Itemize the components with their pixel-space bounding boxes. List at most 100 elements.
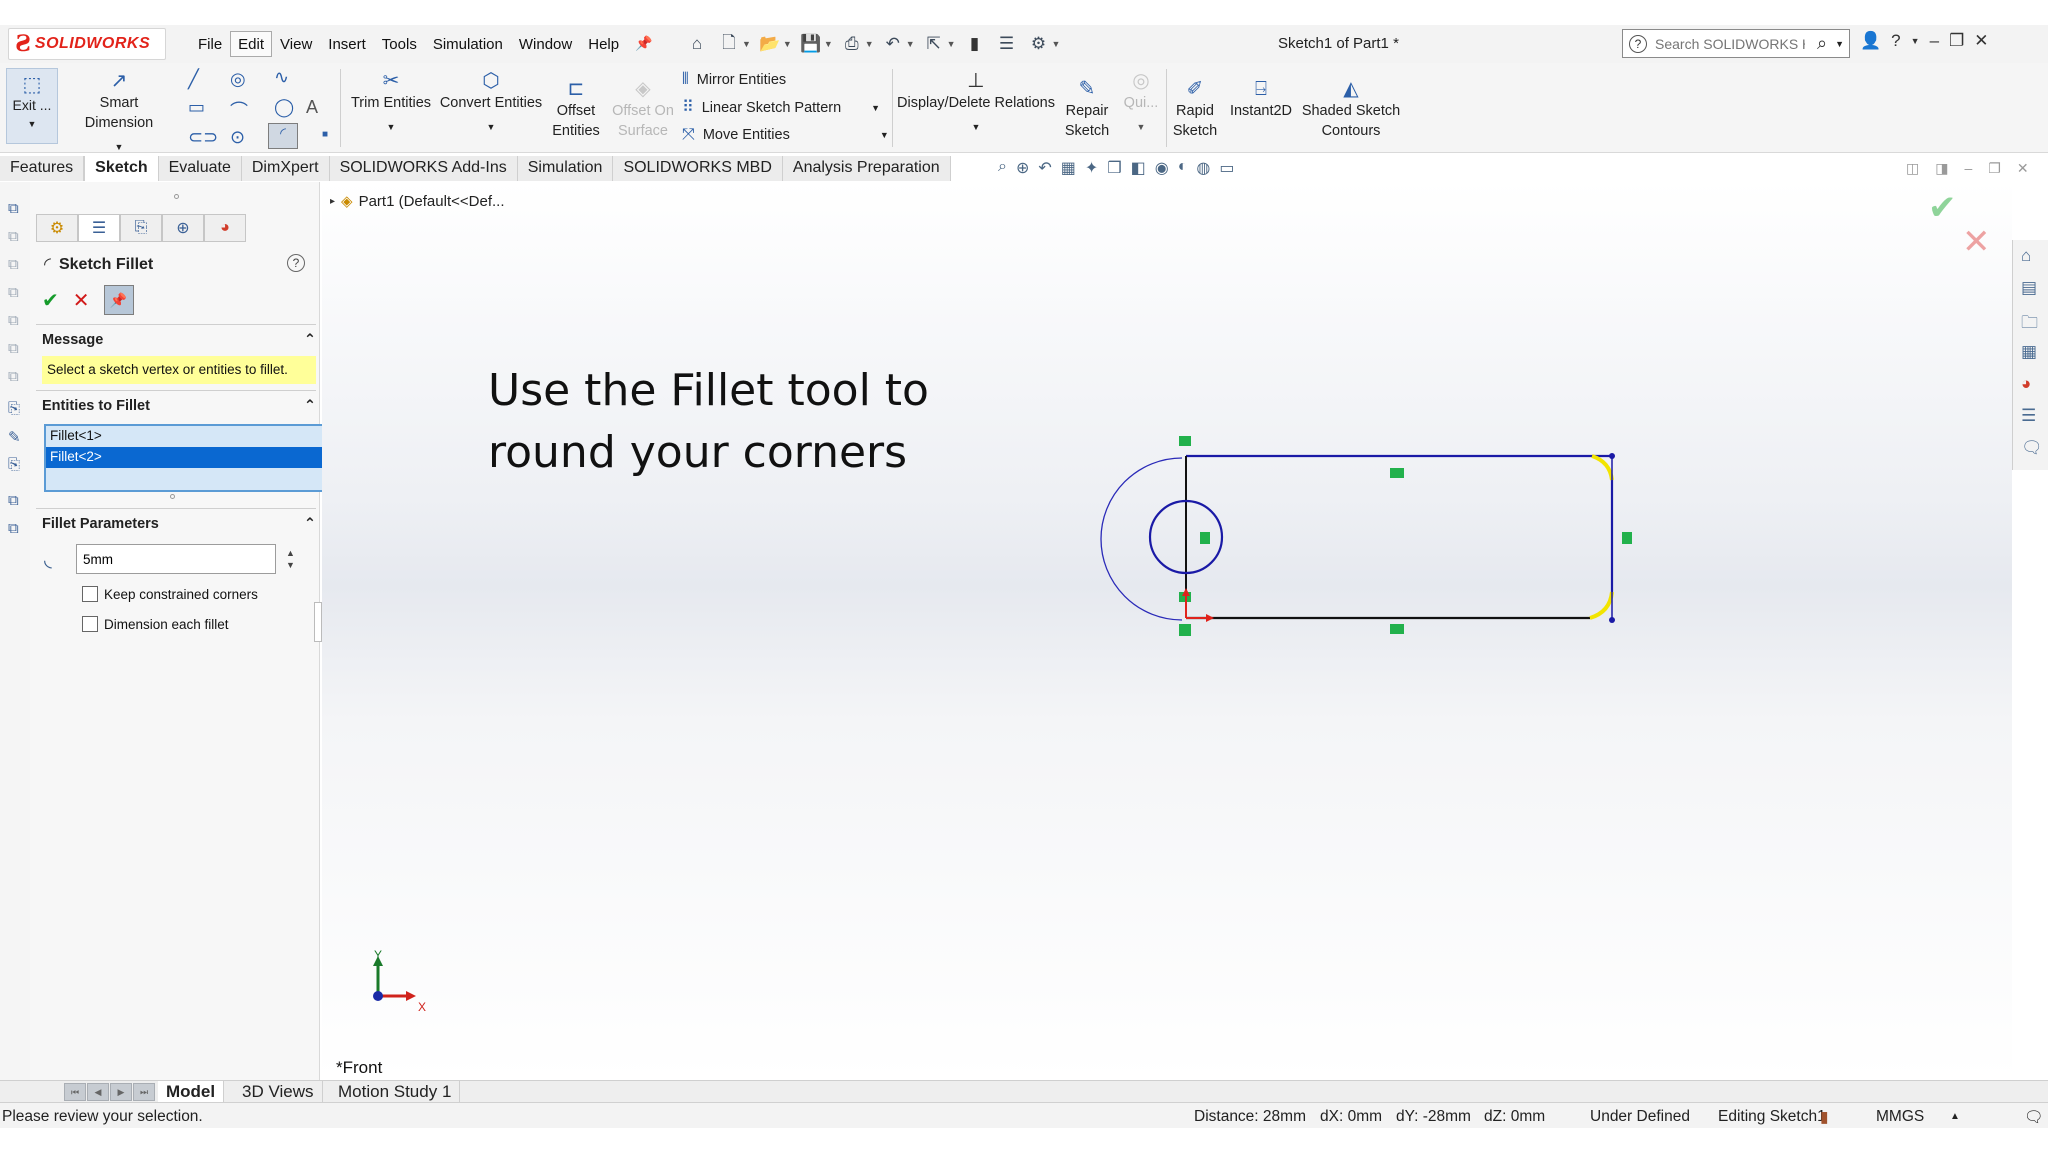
horizontal-relation-icon[interactable]: [1390, 624, 1404, 634]
previous-tab-icon[interactable]: ◀: [87, 1083, 109, 1101]
exit-dropdown-icon[interactable]: ▼: [28, 119, 37, 129]
panel-collapse-handle[interactable]: [314, 602, 322, 642]
entities-group-header[interactable]: Entities to Fillet ⌃: [42, 398, 316, 414]
unit-system[interactable]: MMGS: [1876, 1108, 1924, 1126]
ok-check-icon[interactable]: ✔: [42, 288, 59, 313]
collapse-chevron-icon[interactable]: ⌃: [304, 332, 316, 348]
list-resize-handle[interactable]: [170, 494, 175, 499]
graphics-area[interactable]: ▸ ◈ Part1 (Default<<Def... ✔ ✕ Use the F…: [322, 182, 2012, 1080]
quick-snaps-dropdown-icon[interactable]: ▼: [1137, 117, 1146, 137]
undo-icon[interactable]: ↶: [880, 32, 906, 56]
open-icon[interactable]: 📂: [757, 32, 783, 56]
featuremanager-tab-icon[interactable]: ⚙: [36, 214, 78, 242]
smart-dimension-button[interactable]: ↗ Smart Dimension ▼: [64, 69, 174, 157]
tab-solidworks-mbd[interactable]: SOLIDWORKS MBD: [613, 156, 783, 181]
instant2d-button[interactable]: ⍈ Instant2D: [1224, 77, 1298, 121]
help-search-input[interactable]: [1655, 35, 1805, 52]
confirm-ok-icon[interactable]: ✔: [1928, 188, 1957, 228]
hide-show-icon[interactable]: ◉: [1155, 158, 1169, 178]
open-dropdown-icon[interactable]: ▼: [783, 39, 792, 49]
display-delete-relations-button[interactable]: ⊥ Display/Delete Relations ▼: [896, 69, 1056, 137]
list-item[interactable]: Fillet<1>: [46, 426, 327, 447]
displaymanager-tab-icon[interactable]: ◕: [204, 214, 246, 242]
strip-tool-6-icon[interactable]: ⧉: [8, 340, 19, 357]
tab-solidworks-add-ins[interactable]: SOLIDWORKS Add-Ins: [329, 156, 518, 181]
fillet-parameters-group-header[interactable]: Fillet Parameters ⌃: [42, 516, 316, 532]
spline-icon[interactable]: ∿: [274, 67, 289, 88]
collapse-chevron-icon[interactable]: ⌃: [304, 398, 316, 414]
select-icon[interactable]: ⇱: [921, 32, 947, 56]
help-icon[interactable]: ?: [1891, 31, 1900, 51]
move-entities-button[interactable]: ⤧ Move Entities ▼: [682, 126, 889, 144]
arc-icon[interactable]: ⌒: [230, 97, 248, 123]
cancel-x-icon[interactable]: ✕: [73, 288, 90, 313]
solidworks-forum-icon[interactable]: 🗨: [2021, 438, 2043, 458]
solidworks-logo[interactable]: Ƨ SOLIDWORKS: [8, 28, 166, 60]
menu-view[interactable]: View: [272, 31, 320, 57]
strip-tool-2-icon[interactable]: ⧉: [8, 228, 19, 245]
save-icon[interactable]: 💾: [798, 32, 824, 56]
radius-spinner[interactable]: ▲ ▼: [286, 547, 295, 571]
options-gear-icon[interactable]: ⚙: [1026, 32, 1052, 56]
strip-tool-11-icon[interactable]: ⧉: [8, 492, 19, 509]
tab-analysis-preparation[interactable]: Analysis Preparation: [782, 156, 951, 181]
dynamic-annotation-icon[interactable]: ✦: [1085, 158, 1098, 178]
menu-file[interactable]: File: [190, 31, 230, 57]
comment-icon[interactable]: 🗨: [2024, 1108, 2044, 1127]
previous-view-icon[interactable]: ↶: [1038, 158, 1051, 178]
zoom-to-area-icon[interactable]: ⊕: [1016, 158, 1029, 178]
line-icon[interactable]: ╱: [188, 69, 199, 90]
menu-edit[interactable]: Edit: [230, 31, 273, 57]
sketch-geometry[interactable]: [1082, 432, 1782, 692]
viewport-restore-icon[interactable]: ❐: [1988, 160, 2001, 177]
zoom-to-fit-icon[interactable]: ⌕: [998, 158, 1007, 178]
strip-tool-10-icon[interactable]: ⎘: [8, 456, 20, 473]
move-dropdown-icon[interactable]: ▼: [880, 130, 889, 140]
last-tab-icon[interactable]: ⏭: [133, 1083, 155, 1101]
pin-menu-icon[interactable]: 📌: [627, 31, 660, 57]
strip-tool-7-icon[interactable]: ⧉: [8, 368, 19, 385]
offset-entities-button[interactable]: ⊏ Offset Entities: [548, 77, 604, 141]
collapse-panel-icon[interactable]: ◫: [1906, 160, 1919, 177]
horizontal-relation-icon[interactable]: [1390, 468, 1404, 478]
help-search-box[interactable]: ? ⌕ ▼: [1622, 29, 1850, 58]
dimension-each-row[interactable]: Dimension each fillet: [82, 616, 229, 632]
search-icon[interactable]: ⌕: [1817, 33, 1827, 54]
sketch-fillet-icon[interactable]: ◜: [268, 123, 298, 149]
trim-dropdown-icon[interactable]: ▼: [387, 117, 396, 137]
fixed-relation-icon[interactable]: [1179, 624, 1191, 636]
keep-visible-pushpin-icon[interactable]: 📌: [103, 285, 134, 315]
vertical-relation-icon[interactable]: [1622, 532, 1632, 544]
apply-scene-icon[interactable]: ◍: [1196, 158, 1210, 178]
configurationmanager-tab-icon[interactable]: ⎘: [120, 214, 162, 242]
fillet-arc-top[interactable]: [1591, 454, 1614, 481]
spin-down-icon[interactable]: ▼: [286, 559, 295, 571]
fillet-radius-input[interactable]: [76, 544, 276, 574]
first-tab-icon[interactable]: ⏮: [64, 1083, 86, 1101]
confirm-cancel-icon[interactable]: ✕: [1962, 222, 1991, 262]
smart-dimension-dropdown-icon[interactable]: ▼: [115, 137, 124, 157]
help-dropdown-icon[interactable]: ▼: [1911, 36, 1920, 46]
tab-simulation[interactable]: Simulation: [517, 156, 614, 181]
expand-panel-icon[interactable]: ◨: [1935, 160, 1948, 177]
panel-splitter[interactable]: [174, 194, 179, 199]
undo-dropdown-icon[interactable]: ▼: [906, 39, 915, 49]
strip-tool-5-icon[interactable]: ⧉: [8, 312, 19, 329]
rectangle-icon[interactable]: ▭: [188, 97, 205, 118]
strip-tool-9-icon[interactable]: ✎: [8, 428, 21, 446]
keep-constrained-row[interactable]: Keep constrained corners: [82, 586, 258, 602]
strip-tool-12-icon[interactable]: ⧉: [8, 520, 19, 537]
slot-icon[interactable]: ⊂⊃: [188, 127, 218, 148]
search-dropdown-icon[interactable]: ▼: [1835, 39, 1844, 49]
close-icon[interactable]: ✕: [1974, 31, 1988, 51]
menu-simulation[interactable]: Simulation: [425, 31, 511, 57]
menu-help[interactable]: Help: [580, 31, 627, 57]
shaded-sketch-contours-button[interactable]: ◭ Shaded Sketch Contours: [1300, 77, 1402, 141]
print-icon[interactable]: ⎙: [839, 32, 865, 56]
vertex-point[interactable]: [1609, 617, 1615, 623]
appearances-icon[interactable]: ◕: [2021, 374, 2031, 394]
vertical-relation-icon[interactable]: [1200, 532, 1210, 544]
options-dropdown-icon[interactable]: ▼: [1052, 39, 1061, 49]
viewport-minimize-icon[interactable]: –: [1964, 160, 1972, 177]
text-icon[interactable]: A: [306, 97, 318, 118]
